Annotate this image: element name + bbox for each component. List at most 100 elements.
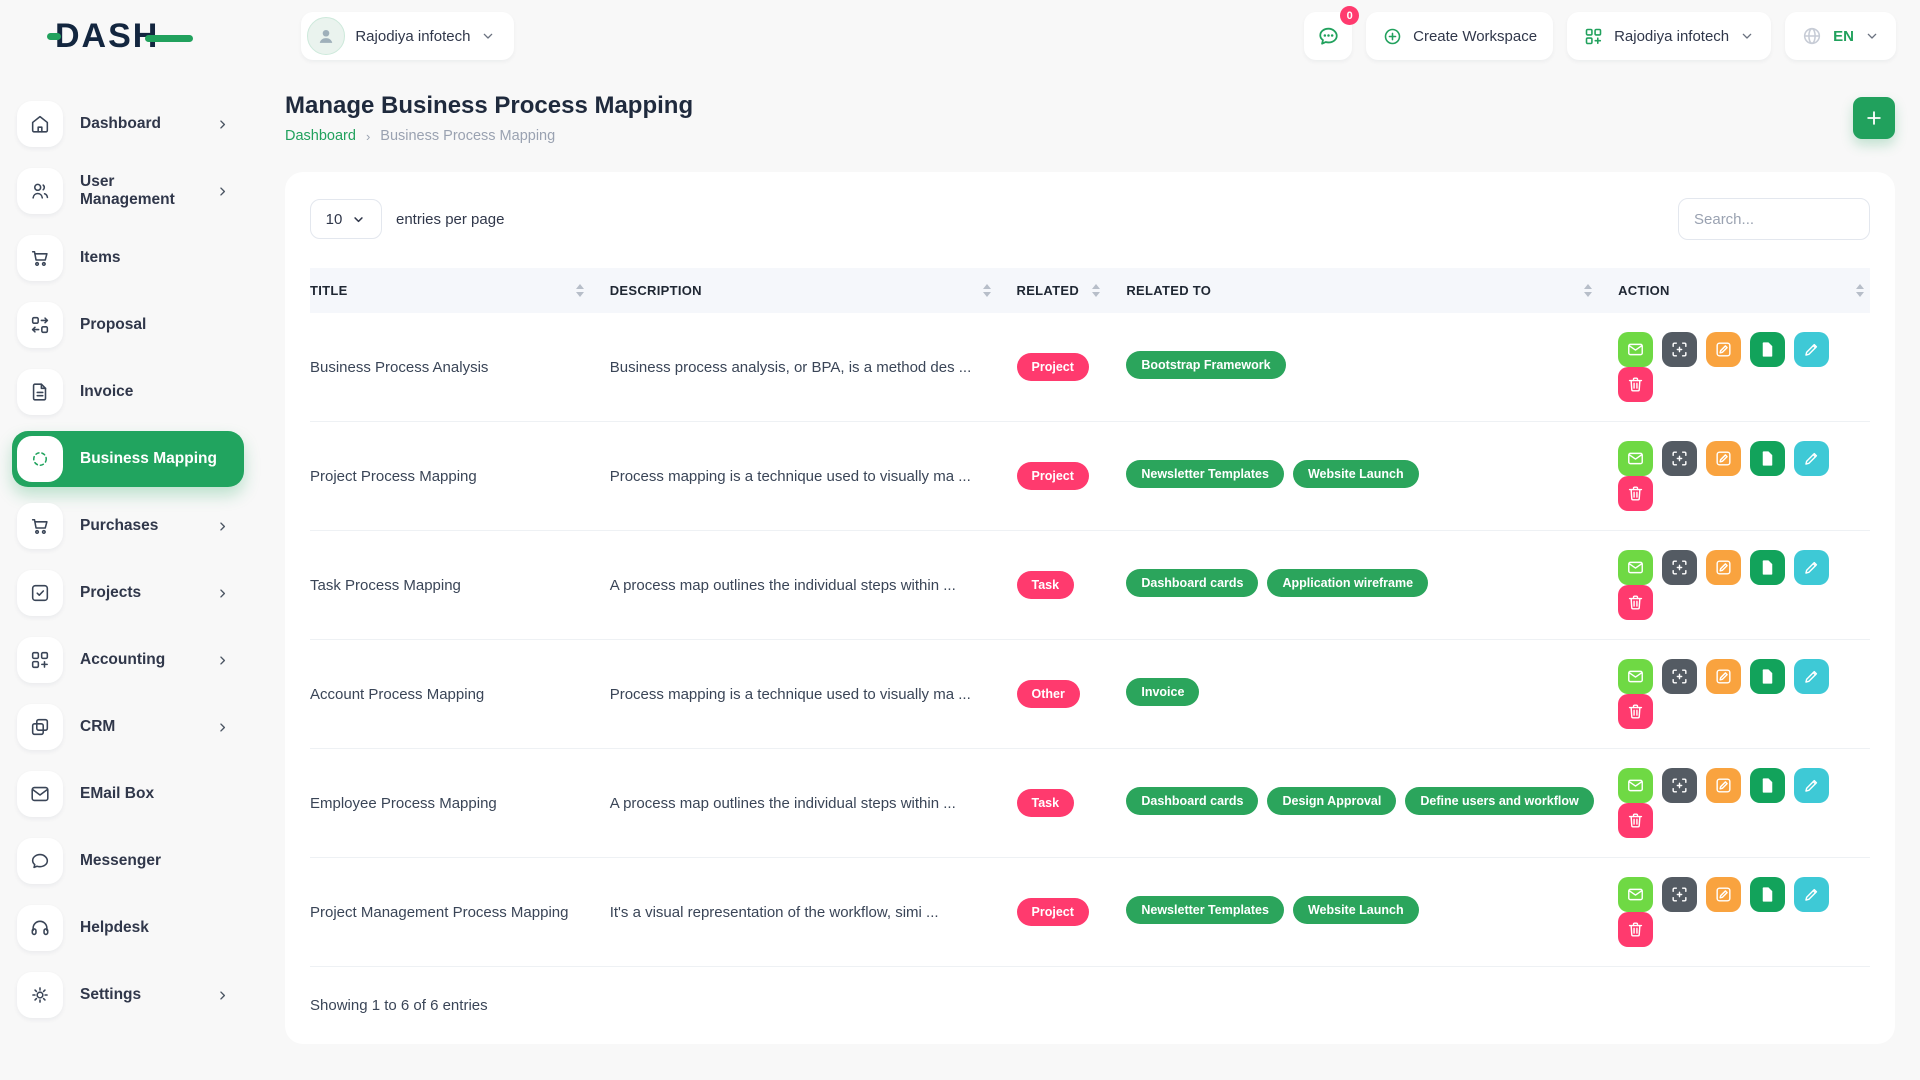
column-header-action[interactable]: ACTION bbox=[1618, 268, 1870, 313]
chevron-right-icon bbox=[215, 653, 230, 668]
envelope-icon bbox=[1626, 449, 1645, 468]
edit-button[interactable] bbox=[1794, 659, 1829, 694]
doc-icon bbox=[1758, 885, 1777, 904]
doc-icon bbox=[1758, 558, 1777, 577]
delete-button[interactable] bbox=[1618, 476, 1653, 511]
doc-icon bbox=[1758, 776, 1777, 795]
edit-note-button[interactable] bbox=[1706, 332, 1741, 367]
sidebar-item-messenger[interactable]: Messenger bbox=[12, 833, 244, 889]
document-button[interactable] bbox=[1750, 332, 1785, 367]
company-dropdown[interactable]: Rajodiya infotech bbox=[1567, 12, 1771, 60]
table-row: Employee Process MappingA process map ou… bbox=[310, 749, 1870, 858]
sidebar-item-invoice[interactable]: Invoice bbox=[12, 364, 244, 420]
breadcrumb-dashboard-link[interactable]: Dashboard bbox=[285, 128, 356, 144]
page-title: Manage Business Process Mapping bbox=[285, 92, 693, 120]
document-button[interactable] bbox=[1750, 441, 1785, 476]
sidebar-item-user-management[interactable]: User Management bbox=[12, 163, 244, 219]
sidebar-item-business-mapping[interactable]: Business Mapping bbox=[12, 431, 244, 487]
search-input[interactable] bbox=[1678, 198, 1870, 240]
sort-icon[interactable] bbox=[1584, 284, 1592, 297]
mail-button[interactable] bbox=[1618, 441, 1653, 476]
column-header-related[interactable]: RELATED bbox=[1017, 268, 1127, 313]
title-cell: Project Management Process Mapping bbox=[310, 858, 610, 967]
capture-icon bbox=[1670, 449, 1689, 468]
sidebar-item-dashboard[interactable]: Dashboard bbox=[12, 96, 244, 152]
sidebar-item-proposal[interactable]: Proposal bbox=[12, 297, 244, 353]
logo-accent-bar bbox=[145, 35, 193, 42]
mail-button[interactable] bbox=[1618, 550, 1653, 585]
view-button[interactable] bbox=[1662, 877, 1697, 912]
related-badge: Project bbox=[1017, 462, 1089, 490]
sidebar-item-label: Helpdesk bbox=[80, 919, 149, 937]
view-button[interactable] bbox=[1662, 332, 1697, 367]
breadcrumb-current: Business Process Mapping bbox=[380, 128, 555, 144]
action-cell bbox=[1618, 313, 1870, 422]
edit-note-button[interactable] bbox=[1706, 877, 1741, 912]
sidebar-item-projects[interactable]: Projects bbox=[12, 565, 244, 621]
view-button[interactable] bbox=[1662, 441, 1697, 476]
sort-icon[interactable] bbox=[1856, 284, 1864, 297]
language-dropdown[interactable]: EN bbox=[1785, 12, 1896, 60]
gear-icon bbox=[17, 972, 63, 1018]
sidebar-item-settings[interactable]: Settings bbox=[12, 967, 244, 1023]
top-header: DASH Rajodiya infotech 0 Create Workspac… bbox=[0, 0, 1920, 72]
related-badge: Task bbox=[1017, 789, 1075, 817]
sort-icon[interactable] bbox=[576, 284, 584, 297]
edit-note-button[interactable] bbox=[1706, 659, 1741, 694]
edit-button[interactable] bbox=[1794, 550, 1829, 585]
action-cell bbox=[1618, 858, 1870, 967]
document-button[interactable] bbox=[1750, 550, 1785, 585]
sidebar-item-items[interactable]: Items bbox=[12, 230, 244, 286]
delete-button[interactable] bbox=[1618, 912, 1653, 947]
delete-button[interactable] bbox=[1618, 367, 1653, 402]
sidebar-item-accounting[interactable]: Accounting bbox=[12, 632, 244, 688]
related-cell: Task bbox=[1017, 531, 1127, 640]
view-button[interactable] bbox=[1662, 550, 1697, 585]
edit-button[interactable] bbox=[1794, 768, 1829, 803]
app-logo[interactable]: DASH bbox=[55, 17, 193, 56]
sidebar-item-email-box[interactable]: EMail Box bbox=[12, 766, 244, 822]
entries-summary: Showing 1 to 6 of 6 entries bbox=[310, 967, 1870, 1014]
column-header-related-to[interactable]: RELATED TO bbox=[1126, 268, 1618, 313]
sidebar-item-helpdesk[interactable]: Helpdesk bbox=[12, 900, 244, 956]
notifications-button[interactable]: 0 bbox=[1304, 12, 1352, 60]
edit-button[interactable] bbox=[1794, 877, 1829, 912]
sidebar-item-label: Invoice bbox=[80, 383, 133, 401]
edit-button[interactable] bbox=[1794, 332, 1829, 367]
mail-button[interactable] bbox=[1618, 332, 1653, 367]
sidebar-item-crm[interactable]: CRM bbox=[12, 699, 244, 755]
cart-icon bbox=[17, 235, 63, 281]
create-workspace-button[interactable]: Create Workspace bbox=[1366, 12, 1553, 60]
edit-button[interactable] bbox=[1794, 441, 1829, 476]
column-header-description[interactable]: DESCRIPTION bbox=[610, 268, 1017, 313]
view-button[interactable] bbox=[1662, 659, 1697, 694]
grid-plus-icon bbox=[17, 637, 63, 683]
document-button[interactable] bbox=[1750, 659, 1785, 694]
workspace-selector[interactable]: Rajodiya infotech bbox=[301, 12, 514, 60]
edit-note-button[interactable] bbox=[1706, 768, 1741, 803]
frames-icon bbox=[17, 704, 63, 750]
sidebar-item-purchases[interactable]: Purchases bbox=[12, 498, 244, 554]
edit-note-button[interactable] bbox=[1706, 550, 1741, 585]
view-button[interactable] bbox=[1662, 768, 1697, 803]
edit-note-button[interactable] bbox=[1706, 441, 1741, 476]
add-button[interactable] bbox=[1853, 97, 1895, 139]
document-button[interactable] bbox=[1750, 768, 1785, 803]
sidebar-item-label: Projects bbox=[80, 584, 141, 602]
entries-per-page-select[interactable]: 10 bbox=[310, 199, 382, 239]
sort-icon[interactable] bbox=[1092, 284, 1100, 297]
document-button[interactable] bbox=[1750, 877, 1785, 912]
sidebar-item-label: Business Mapping bbox=[80, 450, 217, 468]
mail-button[interactable] bbox=[1618, 768, 1653, 803]
mail-button[interactable] bbox=[1618, 877, 1653, 912]
avatar bbox=[307, 17, 345, 55]
check-square-icon bbox=[17, 570, 63, 616]
delete-button[interactable] bbox=[1618, 585, 1653, 620]
delete-button[interactable] bbox=[1618, 694, 1653, 729]
chevron-right-icon bbox=[215, 184, 230, 199]
column-header-title[interactable]: TITLE bbox=[310, 268, 610, 313]
delete-button[interactable] bbox=[1618, 803, 1653, 838]
process-mapping-table: TITLEDESCRIPTIONRELATEDRELATED TOACTION … bbox=[310, 268, 1870, 967]
mail-button[interactable] bbox=[1618, 659, 1653, 694]
sort-icon[interactable] bbox=[983, 284, 991, 297]
